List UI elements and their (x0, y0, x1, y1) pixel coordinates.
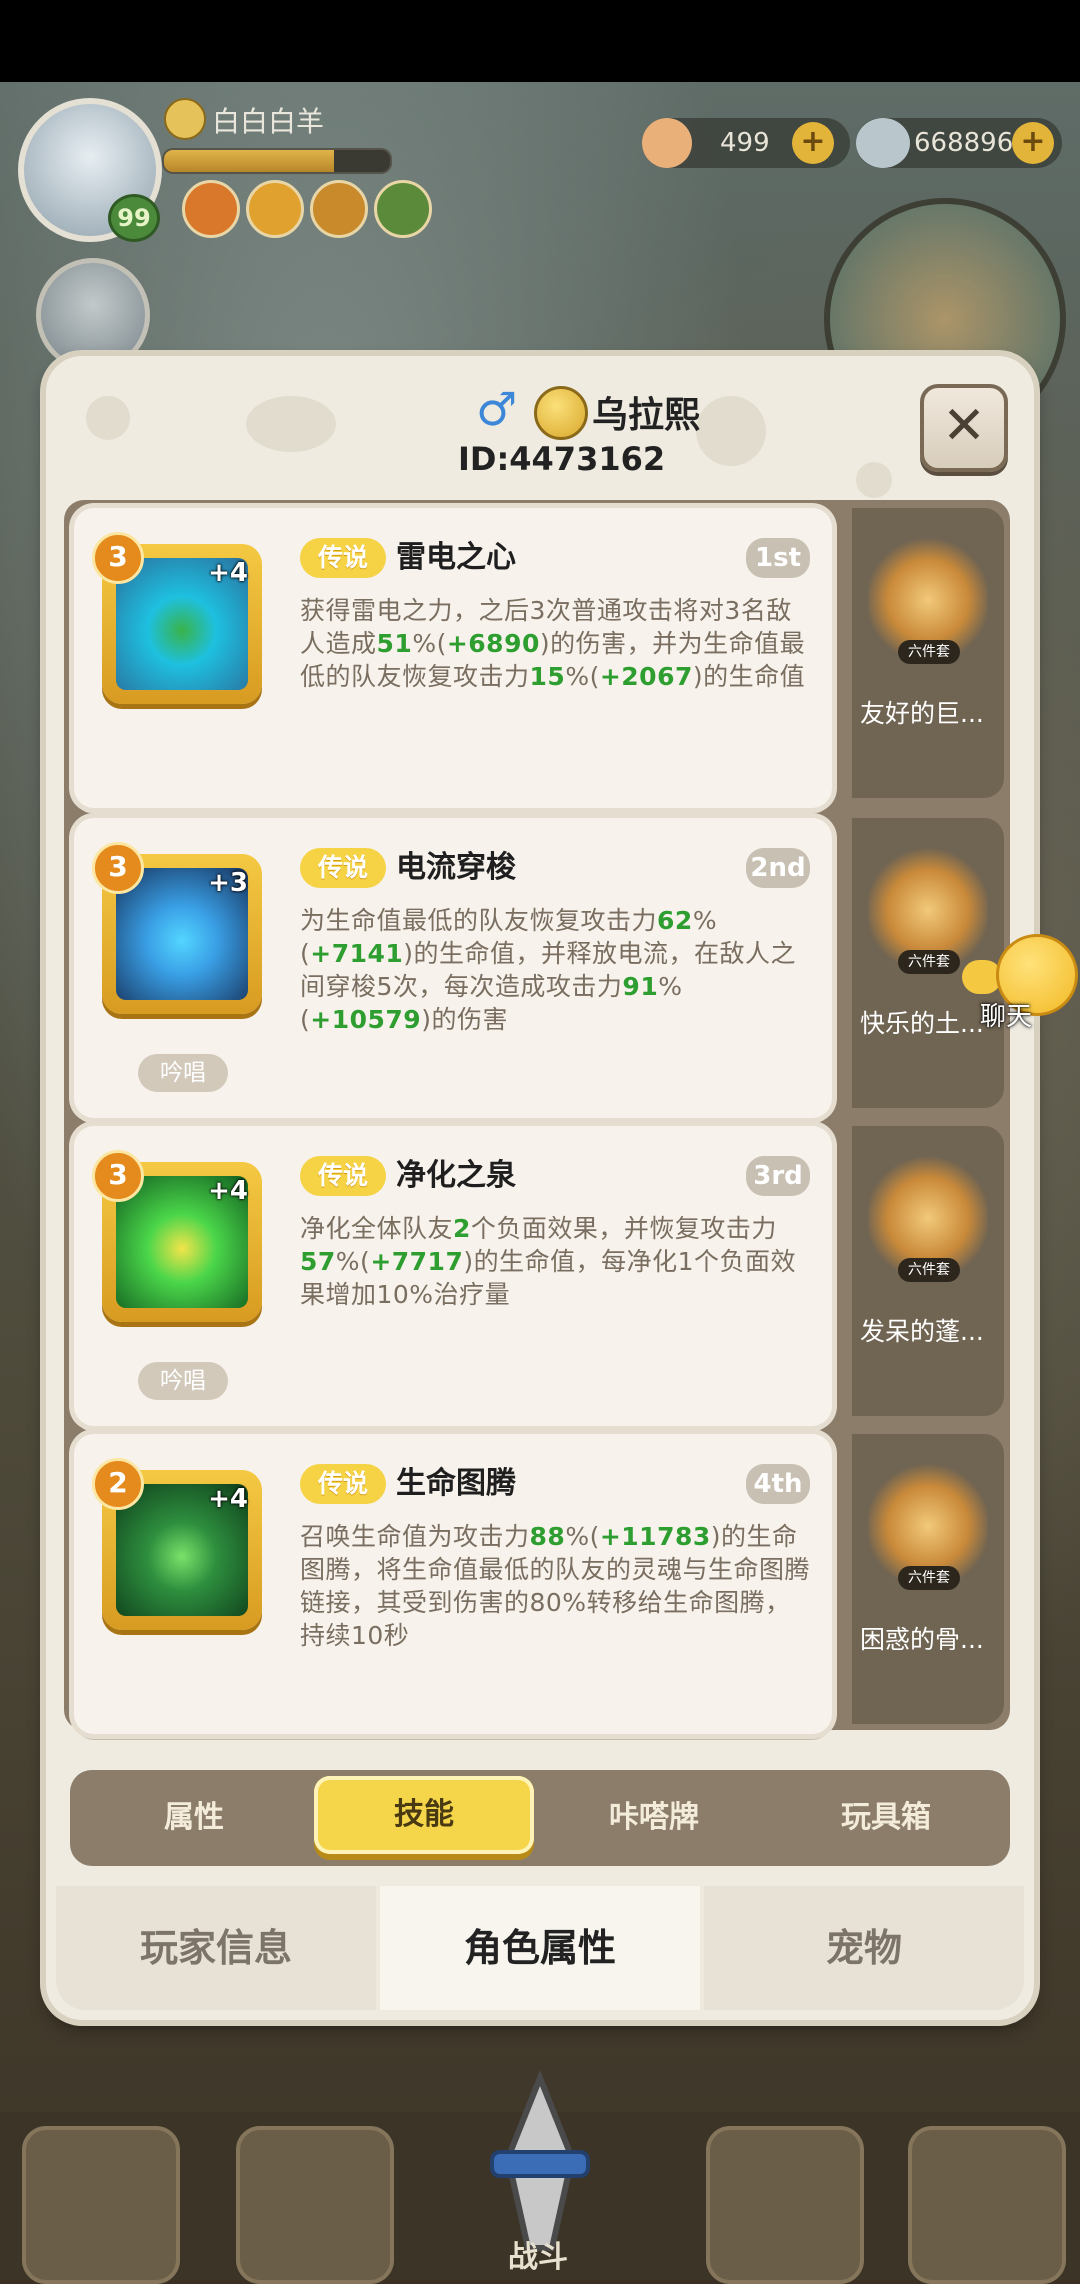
nav-item-1[interactable] (22, 2126, 180, 2284)
skill-upgrade-level: +4 (208, 558, 248, 588)
panel-decoration (86, 396, 130, 440)
skill-name: 雷电之心 (396, 540, 516, 575)
skill-name: 生命图腾 (396, 1466, 516, 1501)
subtab-toybox[interactable]: 玩具箱 (776, 1770, 996, 1866)
pet-set-tag: 六件套 (898, 640, 960, 664)
skill-description: 召唤生命值为攻击力88%(+11783)的生命图腾，将生命值最低的队友的灵魂与生… (300, 1522, 811, 1650)
skill-star-level: 3 (92, 1150, 144, 1202)
skill-chant-tag: 吟唱 (138, 1054, 228, 1092)
skill-description: 获得雷电之力，之后3次普通攻击将对3名敌人造成51%(+6890)的伤害，并为生… (300, 596, 806, 691)
skill-name: 净化之泉 (396, 1158, 516, 1193)
subtab-skills[interactable]: 技能 (314, 1776, 534, 1854)
skill-star-level: 3 (92, 532, 144, 584)
pet-icon (868, 1460, 988, 1580)
panel-title: 乌拉熙 (592, 395, 701, 436)
currency-gem-value: 668896 (914, 128, 1014, 158)
skill-name: 电流穿梭 (396, 850, 516, 885)
skill-icon-frame[interactable]: 2 +4 (92, 1458, 262, 1630)
skill-icon-frame[interactable]: 3 +4 (92, 1150, 262, 1322)
xp-bar (162, 148, 392, 174)
close-icon: ✕ (942, 396, 986, 456)
skill-upgrade-level: +4 (208, 1484, 248, 1514)
skill-order-badge: 1st (746, 538, 810, 578)
pet-icon (868, 844, 988, 964)
close-button[interactable]: ✕ (920, 384, 1008, 472)
player-level-badge: 99 (108, 194, 160, 242)
status-bar (0, 0, 1080, 82)
panel-decoration (696, 396, 766, 466)
add-gem-button[interactable]: + (1012, 122, 1054, 164)
skill-star-level: 3 (92, 842, 144, 894)
player-id: ID:4473162 (458, 440, 666, 478)
skill-rarity-badge: 传说 (300, 848, 386, 888)
skill-card[interactable]: 3 +4 传说 净化之泉 3rd 净化全体队友2个负面效果，并恢复攻击力57%(+7717… (74, 1126, 832, 1426)
skill-card[interactable]: 3 +4 传说 雷电之心 1st 获得雷电之力，之后3次普通攻击将对3名敌人造成51%(+… (74, 508, 832, 808)
skill-icon-frame[interactable]: 3 +3 (92, 842, 262, 1014)
skill-list[interactable]: 3 +4 传说 雷电之心 1st 获得雷电之力，之后3次普通攻击将对3名敌人造成51%(+… (64, 500, 1010, 1734)
skill-order-badge: 3rd (746, 1156, 810, 1196)
tab-pets[interactable]: 宠物 (704, 1886, 1024, 2010)
secondary-avatar[interactable] (36, 258, 150, 372)
pet-slot[interactable]: 六件套发呆的蓬... (852, 1126, 1004, 1416)
bottom-tab-bar: 玩家信息 角色属性 宠物 (56, 1886, 1024, 2010)
player-info-panel: ♂ 乌拉熙 ID:4473162 ✕ 3 +4 传说 雷电之心 1st 获得雷电之力，之后… (46, 356, 1034, 2020)
skill-rarity-badge: 传说 (300, 538, 386, 578)
nav-item-2[interactable] (236, 2126, 394, 2284)
shell-icon (642, 118, 692, 168)
skill-order-badge: 4th (746, 1464, 810, 1504)
skill-card[interactable]: 2 +4 传说 生命图腾 4th 召唤生命值为攻击力88%(+11783)的生命图腾，将生… (74, 1434, 832, 1734)
currency-shell-value: 499 (720, 128, 770, 158)
nav-item-4[interactable] (706, 2126, 864, 2284)
skill-rarity-badge: 传说 (300, 1156, 386, 1196)
pet-icon (868, 534, 988, 654)
skill-chant-tag: 吟唱 (138, 1362, 228, 1400)
pet-slot[interactable]: 六件套友好的巨... (852, 508, 1004, 798)
currency-gem: 668896 + (856, 118, 1062, 168)
pet-set-tag: 六件套 (898, 1566, 960, 1590)
pet-set-tag: 六件套 (898, 950, 960, 974)
character-face-icon (534, 386, 588, 440)
gem-icon (856, 118, 910, 168)
tab-character-attributes[interactable]: 角色属性 (380, 1886, 700, 2010)
skill-upgrade-level: +4 (208, 1176, 248, 1206)
skill-order-badge: 2nd (746, 848, 810, 888)
buff-badge-4[interactable] (374, 180, 432, 238)
nav-item-5[interactable] (908, 2126, 1066, 2284)
subtab-cards[interactable]: 咔嗒牌 (544, 1770, 764, 1866)
pet-slot[interactable]: 六件套困惑的骨... (852, 1434, 1004, 1724)
pet-set-tag: 六件套 (898, 1258, 960, 1282)
pet-name: 友好的巨... (860, 699, 984, 728)
skill-description: 净化全体队友2个负面效果，并恢复攻击力57%(+7717)的生命值，每净化1个负… (300, 1214, 797, 1309)
pet-name: 困惑的骨... (860, 1625, 984, 1654)
skill-rarity-badge: 传说 (300, 1464, 386, 1504)
add-shell-button[interactable]: + (792, 122, 834, 164)
skill-star-level: 2 (92, 1458, 144, 1510)
panel-decoration (856, 462, 892, 498)
male-icon: ♂ (476, 382, 518, 436)
player-name: 白白白羊 (212, 105, 325, 138)
skill-description: 为生命值最低的队友恢复攻击力62%(+7141)的生命值，并释放电流，在敌人之间… (300, 906, 797, 1034)
skill-upgrade-level: +3 (208, 868, 248, 898)
pet-name: 发呆的蓬... (860, 1317, 984, 1346)
buff-badge-2[interactable] (246, 180, 304, 238)
nav-battle-label: 战斗 (508, 2240, 568, 2275)
currency-shell: 499 + (642, 118, 850, 168)
subtab-attributes[interactable]: 属性 (84, 1770, 304, 1866)
panel-decoration (246, 396, 336, 452)
player-face-icon (164, 98, 206, 140)
buff-badge-1[interactable] (182, 180, 240, 238)
skill-card[interactable]: 3 +3 传说 电流穿梭 2nd 为生命值最低的队友恢复攻击力62%(+7141)的生命值… (74, 818, 832, 1118)
xp-fill (164, 150, 334, 172)
pet-icon (868, 1152, 988, 1272)
skill-icon-frame[interactable]: 3 +4 (92, 532, 262, 704)
chat-label: 聊天 (980, 1002, 1033, 1032)
sub-tab-bar: 属性 技能 咔嗒牌 玩具箱 (70, 1770, 1010, 1866)
buff-badge-3[interactable] (310, 180, 368, 238)
tab-player-info[interactable]: 玩家信息 (56, 1886, 376, 2010)
